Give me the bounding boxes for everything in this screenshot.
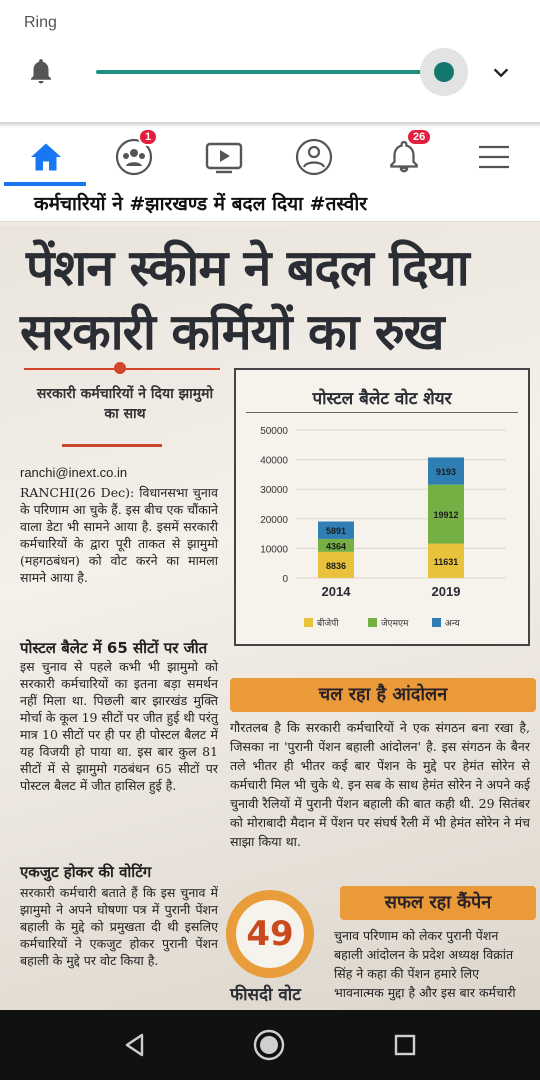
legend-label: बीजेपी — [317, 617, 339, 629]
y-tick-label: 50000 — [260, 426, 288, 437]
x-category-label: 2014 — [322, 584, 352, 599]
app-nav-bar: 1 26 — [0, 128, 540, 186]
divider — [62, 444, 162, 447]
volume-panel: Ring — [0, 0, 540, 122]
section-band-campaign: सफल रहा कैंपेन — [340, 886, 536, 920]
band-campaign-label: सफल रहा कैंपेन — [384, 892, 492, 913]
tab-profile[interactable] — [274, 128, 354, 186]
tab-menu[interactable] — [454, 128, 534, 186]
back-icon[interactable] — [122, 1032, 148, 1058]
subheadline: सरकारी कर्मचारियों ने दिया झामुमो का साथ — [36, 386, 214, 422]
home-button-icon[interactable] — [252, 1028, 286, 1062]
friends-badge: 1 — [138, 128, 159, 146]
bar-value-label: 5891 — [326, 526, 346, 536]
article-paragraph-1: RANCHI(26 Dec): विधानसभा चुनाव के परिणाम… — [20, 485, 218, 585]
legend-swatch — [368, 618, 377, 627]
headline-line-2: सरकारी कर्मियों का रुख — [20, 303, 445, 361]
stat-circle: 49 — [226, 890, 314, 978]
tab-notifications[interactable]: 26 — [364, 128, 444, 186]
stat-number: 49 — [246, 914, 294, 954]
notifications-badge: 26 — [406, 128, 433, 146]
section-band-movement: चल रहा है आंदोलन — [230, 678, 536, 712]
tab-home[interactable] — [6, 128, 86, 186]
y-tick-label: 10000 — [260, 544, 288, 555]
bar-value-label: 19912 — [433, 510, 458, 520]
chart-canvas: 0 10000 20000 30000 40000 50000 8836 4364 5891 20… — [260, 426, 506, 629]
profile-icon — [295, 138, 333, 176]
y-tick-label: 0 — [282, 574, 288, 585]
article-paragraph-3: सरकारी कर्मचारी बताते हैं कि इस चुनाव मे… — [20, 885, 218, 968]
section-heading-unity: एकजुट होकर की वोटिंग — [20, 863, 152, 881]
volume-slider-knob[interactable] — [434, 62, 454, 82]
tab-watch[interactable] — [184, 128, 264, 186]
chart-title-rule — [246, 412, 518, 413]
photo-caption: कर्मचारियों ने #झारखण्ड में बदल दिया #तस… — [34, 193, 368, 215]
newspaper-clipping: पेंशन स्कीम ने बदल दिया सरकारी कर्मियों … — [0, 226, 540, 1010]
headline-line-1: पेंशन स्कीम ने बदल दिया — [26, 239, 470, 297]
ring-bell-icon[interactable] — [26, 56, 56, 86]
system-nav-bar — [0, 1010, 540, 1080]
post-photo[interactable]: कर्मचारियों ने #झारखण्ड में बदल दिया #तस… — [0, 186, 540, 1010]
legend-swatch — [304, 618, 313, 627]
postal-ballot-chart: पोस्टल बैलेट वोट शेयर 0 10000 20000 30000 40… — [234, 368, 530, 646]
menu-icon — [479, 145, 509, 169]
home-icon — [31, 143, 61, 171]
volume-slider-track[interactable] — [96, 70, 444, 74]
photo-caption-strip: कर्मचारियों ने #झारखण्ड में बदल दिया #तस… — [0, 186, 540, 222]
divider-dot — [114, 362, 126, 374]
legend-label: जेएमएम — [381, 617, 409, 629]
chevron-down-icon[interactable] — [490, 62, 512, 84]
bar-value-label: 4364 — [326, 541, 346, 551]
band-movement-label: चल रहा है आंदोलन — [318, 684, 448, 705]
bar-value-label: 8836 — [326, 561, 346, 571]
stat-label: फीसदी वोट — [230, 985, 301, 1005]
article-paragraph-5: चुनाव परिणाम को लेकर पुरानी पेंशन बहाली … — [334, 928, 516, 1000]
bar-value-label: 9193 — [436, 467, 456, 477]
y-tick-label: 40000 — [260, 456, 288, 467]
legend-swatch — [432, 618, 441, 627]
y-tick-label: 30000 — [260, 485, 288, 496]
reporter-email: ranchi@inext.co.in — [20, 465, 128, 480]
video-icon — [205, 142, 243, 174]
article-paragraph-4: गौरतलब है कि सरकारी कर्मचारियों ने एक सं… — [230, 720, 530, 849]
legend-label: अन्य — [445, 619, 461, 629]
tab-friends[interactable]: 1 — [94, 128, 174, 186]
ring-label: Ring — [24, 14, 57, 31]
bar-value-label: 11631 — [434, 557, 459, 567]
x-category-label: 2019 — [432, 584, 461, 599]
recents-icon[interactable] — [394, 1034, 416, 1056]
y-tick-label: 20000 — [260, 515, 288, 526]
article-paragraph-2: इस चुनाव से पहले कभी भी झामुमो को सरकारी… — [20, 659, 218, 793]
section-heading-postal: पोस्टल बैलेट में 65 सीटों पर जीत — [20, 639, 208, 657]
chart-title: पोस्टल बैलेट वोट शेयर — [312, 389, 452, 409]
